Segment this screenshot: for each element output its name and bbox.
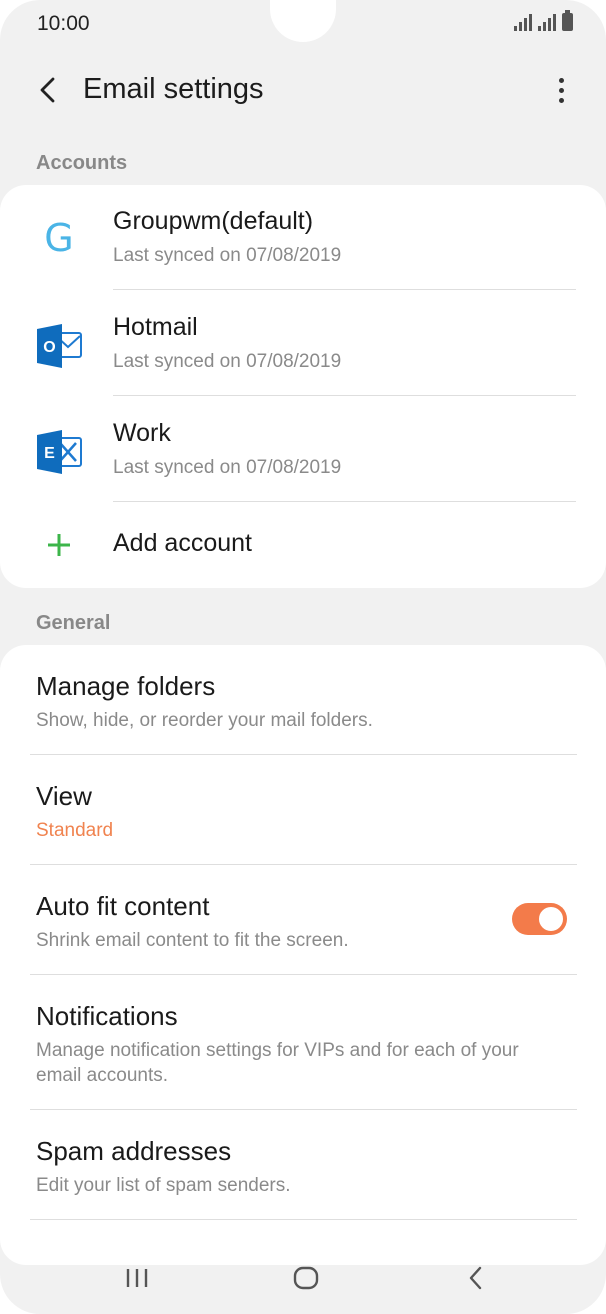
account-row-hotmail[interactable]: O Hotmail Last synced on 07/08/2019	[0, 291, 606, 397]
exchange-icon: E	[34, 427, 84, 477]
status-bar: 10:00	[0, 0, 606, 46]
setting-title: Auto fit content	[36, 891, 210, 921]
add-account-button[interactable]: Add account	[0, 503, 606, 588]
plus-icon	[34, 520, 84, 570]
setting-description: Shrink email content to fit the screen.	[36, 930, 349, 951]
setting-title: View	[36, 781, 92, 811]
home-button[interactable]	[276, 1256, 336, 1300]
recent-apps-button[interactable]	[107, 1256, 167, 1300]
status-time: 10:00	[37, 12, 90, 35]
setting-description: Edit your list of spam senders.	[36, 1175, 291, 1196]
back-button[interactable]	[28, 70, 68, 110]
setting-view[interactable]: View Standard	[0, 755, 606, 863]
screen: 10:00 Email settings Accounts G Groupwm(…	[0, 0, 606, 1314]
account-row-work[interactable]: E Work Last synced on 07/08/2019	[0, 397, 606, 503]
signal-icon	[514, 13, 532, 31]
more-dot-icon	[558, 77, 564, 83]
setting-notifications[interactable]: Notifications Manage notification settin…	[0, 975, 606, 1109]
more-dot-icon	[558, 87, 564, 93]
google-g-icon: G	[44, 216, 74, 260]
setting-auto-fit-content[interactable]: Auto fit content Shrink email content to…	[0, 865, 606, 973]
toggle-knob	[537, 905, 565, 933]
svg-text:E: E	[44, 445, 55, 462]
setting-title: Notifications	[36, 1001, 178, 1031]
account-sync-status: Last synced on 07/08/2019	[113, 351, 342, 372]
back-arrow-icon	[40, 77, 55, 103]
page-title: Email settings	[83, 73, 264, 105]
account-name: Work	[113, 419, 171, 447]
setting-title: Manage folders	[36, 671, 216, 701]
section-label-accounts: Accounts	[36, 152, 128, 174]
setting-description: Show, hide, or reorder your mail folders…	[36, 710, 373, 731]
setting-spam-addresses[interactable]: Spam addresses Edit your list of spam se…	[0, 1110, 606, 1218]
section-label-general: General	[36, 612, 111, 634]
home-icon	[293, 1266, 319, 1290]
divider	[30, 1219, 577, 1220]
setting-manage-folders[interactable]: Manage folders Show, hide, or reorder yo…	[0, 645, 606, 753]
add-account-label: Add account	[113, 529, 252, 557]
account-row-groupwm[interactable]: G Groupwm(default) Last synced on 07/08/…	[0, 185, 606, 291]
accounts-card: G Groupwm(default) Last synced on 07/08/…	[0, 185, 606, 588]
signal-icon	[538, 13, 556, 31]
app-header: Email settings	[0, 60, 606, 120]
account-name: Groupwm(default)	[113, 207, 314, 235]
more-options-button[interactable]	[546, 72, 576, 108]
account-name: Hotmail	[113, 313, 198, 341]
divider	[113, 501, 576, 502]
recent-apps-icon	[126, 1269, 148, 1287]
divider	[113, 395, 576, 396]
general-card: Manage folders Show, hide, or reorder yo…	[0, 645, 606, 1265]
battery-icon	[562, 10, 573, 31]
navigation-bar	[0, 1244, 606, 1314]
divider	[113, 289, 576, 290]
setting-title: Spam addresses	[36, 1136, 232, 1166]
outlook-icon: O	[34, 321, 84, 371]
chevron-left-icon	[469, 1266, 482, 1290]
setting-description: Manage notification settings for VIPs an…	[36, 1040, 519, 1086]
setting-value: Standard	[36, 820, 114, 841]
svg-text:O: O	[43, 339, 55, 356]
account-sync-status: Last synced on 07/08/2019	[113, 245, 342, 266]
more-dot-icon	[558, 97, 564, 103]
auto-fit-toggle[interactable]	[512, 903, 567, 935]
status-icons	[514, 10, 573, 31]
nav-back-button[interactable]	[446, 1256, 506, 1300]
account-sync-status: Last synced on 07/08/2019	[113, 457, 342, 478]
